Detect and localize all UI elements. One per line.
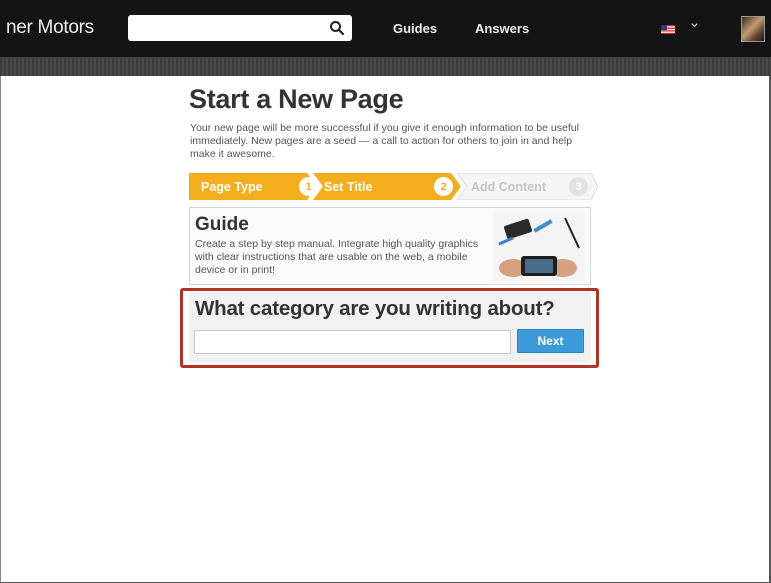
step-add-content[interactable]: Add Content 3 bbox=[471, 173, 593, 200]
step-number: 1 bbox=[299, 177, 318, 196]
step-label: Set Title bbox=[324, 179, 373, 194]
step-label: Add Content bbox=[471, 179, 546, 194]
guide-type-card[interactable]: Guide Create a step by step manual. Inte… bbox=[189, 207, 591, 285]
category-question: What category are you writing about? bbox=[195, 297, 555, 320]
next-button[interactable]: Next bbox=[517, 329, 584, 353]
us-flag-icon[interactable] bbox=[661, 25, 675, 34]
nav-answers-link[interactable]: Answers bbox=[475, 21, 529, 36]
intro-text: Your new page will be more successful if… bbox=[190, 122, 579, 160]
top-navigation-bar: ner Motors Guides Answers bbox=[0, 0, 771, 57]
progress-steps: Page Type 1 Set Title 2 Add Content 3 bbox=[189, 173, 598, 200]
card-title: Guide bbox=[195, 214, 249, 235]
step-number: 3 bbox=[569, 177, 588, 196]
step-page-type[interactable]: Page Type 1 bbox=[189, 173, 318, 200]
card-description: Create a step by step manual. Integrate … bbox=[195, 238, 479, 276]
search-icon[interactable] bbox=[329, 20, 345, 36]
page-title: Start a New Page bbox=[189, 84, 404, 114]
category-input[interactable] bbox=[194, 330, 511, 354]
search-box[interactable] bbox=[128, 15, 352, 41]
step-label: Page Type bbox=[201, 179, 263, 194]
chevron-down-icon[interactable] bbox=[690, 21, 699, 30]
step-set-title[interactable]: Set Title 2 bbox=[324, 173, 459, 200]
phone-repair-photo bbox=[493, 212, 585, 282]
step-number: 2 bbox=[434, 177, 453, 196]
sub-navigation-bar bbox=[0, 57, 771, 76]
nav-guides-link[interactable]: Guides bbox=[393, 21, 437, 36]
site-brand[interactable]: ner Motors bbox=[6, 17, 94, 39]
avatar[interactable] bbox=[741, 16, 765, 42]
